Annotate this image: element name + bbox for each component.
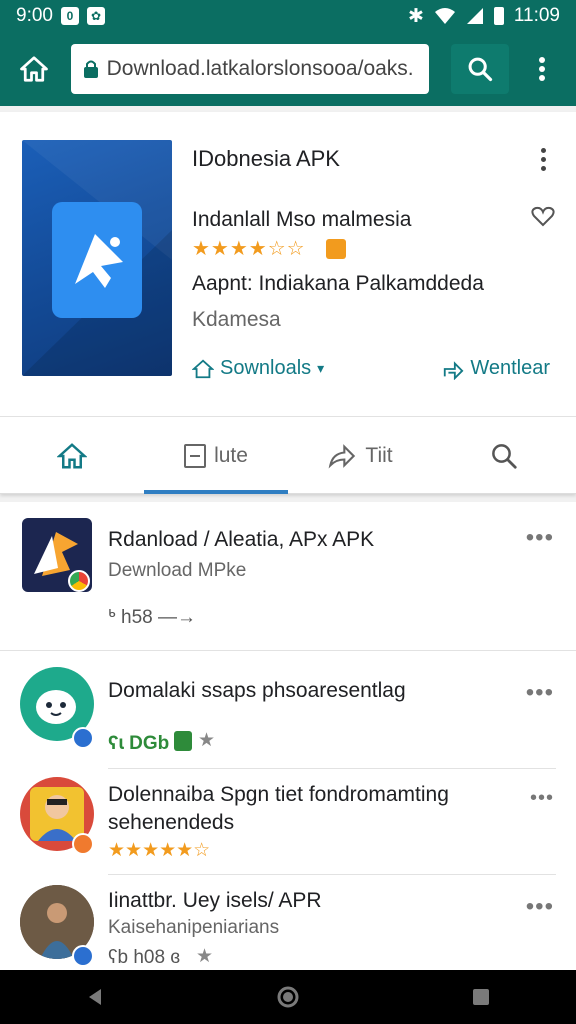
item-subtitle: Dewnload MPke — [108, 560, 247, 581]
item-title: Domalaki ssaps phsoaresentlag — [108, 679, 406, 702]
downloads-link-label: Sownloals — [220, 357, 312, 379]
item-title: Rdanload / Aleatia, APx APK — [108, 528, 375, 551]
item-meta: ʕb h08 ɞ — [108, 947, 180, 968]
list-item[interactable]: Domalaki ssaps phsoaresentlag ʕɩ DGb ★ •… — [0, 651, 576, 769]
tab-search[interactable] — [432, 417, 576, 494]
home-icon — [57, 442, 87, 468]
play-store-icon — [174, 731, 192, 751]
item-title-line1: Dolennaiba Spgn tiet fondromamting — [108, 783, 449, 806]
home-button[interactable] — [14, 48, 55, 90]
app-subtitle: Indanlall Mso malmesia — [192, 208, 412, 231]
badge-icon — [72, 833, 94, 855]
bluetooth-icon: ✱ — [407, 5, 424, 27]
item-title-line2: sehenendeds — [108, 811, 235, 834]
downloads-link[interactable]: Sownloals ▾ — [192, 357, 324, 380]
app-title: IDobnesia APK — [192, 146, 340, 171]
home-icon — [20, 56, 49, 82]
home-circle-icon[interactable] — [276, 985, 300, 1009]
status-bar: 9:00 0 ✿ ✱ 11:09 — [0, 0, 576, 32]
settings-notification-icon: ✿ — [86, 7, 105, 25]
item-more-button[interactable]: ••• — [526, 679, 554, 707]
app-category: Kdamesa — [192, 308, 281, 331]
favorite-icon[interactable] — [531, 205, 555, 227]
notification-icon: 0 — [60, 7, 79, 25]
star-icon: ★ — [198, 730, 216, 751]
system-nav-bar — [0, 970, 576, 1024]
status-time-left: 9:00 — [16, 5, 53, 26]
tab-tiit-label: Tiit — [365, 443, 393, 467]
item-meta: ᒃ h58 —→ — [108, 607, 196, 628]
rating-stars: ★★★★☆☆ — [192, 238, 306, 260]
item-more-button[interactable]: ••• — [526, 893, 554, 921]
url-bar[interactable]: Download.latkalorslonsooa/oaks. — [70, 44, 430, 94]
back-icon[interactable] — [85, 987, 105, 1007]
status-time-right: 11:09 — [513, 5, 560, 26]
share-arrow-icon — [444, 360, 464, 380]
tab-lute[interactable]: lute — [144, 417, 288, 494]
chevron-down-icon: ▾ — [317, 360, 325, 376]
square-icon — [184, 443, 207, 468]
list-item[interactable]: Iinattbr. Uey isels/ APR Kaisehanipeniar… — [0, 875, 576, 970]
share-arrow-icon — [329, 443, 356, 469]
tab-tiit[interactable]: Tiit — [288, 417, 432, 494]
share-link[interactable]: Wentlear — [442, 357, 550, 380]
verified-badge-icon — [72, 945, 94, 967]
app-artwork — [22, 140, 172, 376]
list-item[interactable]: Dolennaiba Spgn tiet fondromamting sehen… — [0, 769, 576, 875]
item-rating-stars: ★★★★★☆ — [108, 840, 211, 861]
tab-home[interactable] — [0, 417, 144, 494]
item-meta: ʕɩ DGb — [108, 733, 170, 754]
item-title: Iinattbr. Uey isels/ APR — [108, 889, 322, 912]
browser-toolbar: Download.latkalorslonsooa/oaks. — [0, 32, 576, 106]
item-subtitle: Kaisehanipeniarians — [108, 917, 280, 938]
results-list: Rdanload / Aleatia, APx APK Dewnload MPk… — [0, 502, 576, 970]
signal-icon — [466, 8, 483, 24]
more-vert-icon — [538, 57, 545, 81]
featured-app-card: IDobnesia APK Indanlall Mso malmesia ★★★… — [0, 112, 576, 494]
app-icon — [22, 518, 92, 592]
chrome-badge-icon — [68, 570, 90, 592]
search-icon — [492, 443, 517, 469]
url-text: Download.latkalorslonsooa/oaks. — [106, 57, 414, 80]
star-icon: ★ — [196, 946, 214, 967]
item-more-button[interactable]: ••• — [530, 787, 554, 810]
star-arrow-icon — [75, 234, 123, 288]
battery-icon — [493, 7, 504, 25]
verified-badge-icon — [72, 727, 94, 749]
tab-bar: lute Tiit — [0, 416, 576, 494]
overflow-menu-button[interactable] — [521, 48, 562, 90]
card-more-button[interactable] — [539, 148, 547, 175]
recents-icon[interactable] — [471, 987, 491, 1007]
search-button[interactable] — [451, 44, 510, 94]
item-more-button[interactable]: ••• — [526, 524, 554, 552]
home-outline-icon — [192, 359, 214, 378]
lock-icon — [83, 60, 98, 78]
list-item[interactable]: Rdanload / Aleatia, APx APK Dewnload MPk… — [0, 502, 576, 650]
app-logo — [52, 202, 142, 318]
editor-badge-icon — [326, 239, 346, 259]
app-author: Aapnt: Indiakana Palkamddeda — [192, 272, 484, 295]
search-icon — [468, 57, 493, 82]
wifi-icon — [434, 8, 455, 24]
share-link-label: Wentlear — [470, 357, 550, 379]
tab-lute-label: lute — [214, 443, 248, 467]
